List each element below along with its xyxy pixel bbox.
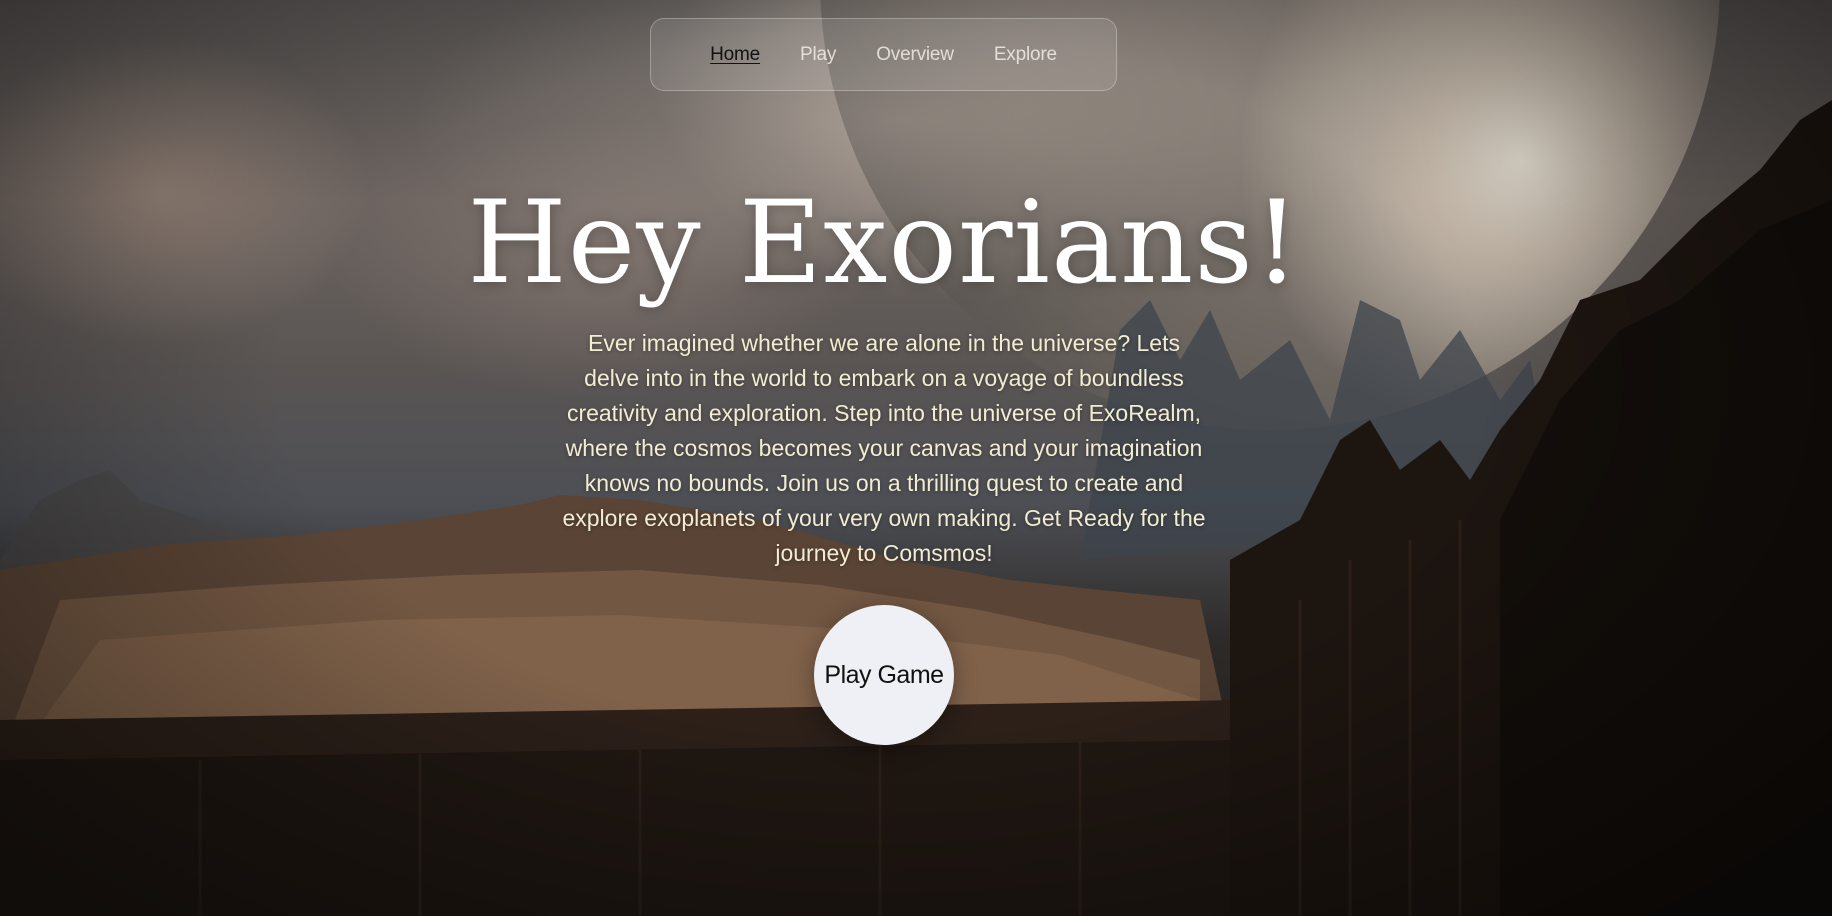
top-nav: Home Play Overview Explore — [650, 18, 1117, 91]
hero-title: Hey Exorians! — [467, 176, 1301, 309]
nav-link-explore[interactable]: Explore — [994, 44, 1057, 66]
nav-link-overview[interactable]: Overview — [876, 44, 954, 66]
hero-description: Ever imagined whether we are alone in th… — [562, 330, 1206, 566]
landing-page: Home Play Overview Explore Hey Exorians!… — [0, 0, 1832, 916]
play-game-button[interactable]: Play Game — [814, 605, 954, 745]
nav-link-play[interactable]: Play — [800, 44, 836, 66]
nav-link-home[interactable]: Home — [710, 44, 760, 66]
